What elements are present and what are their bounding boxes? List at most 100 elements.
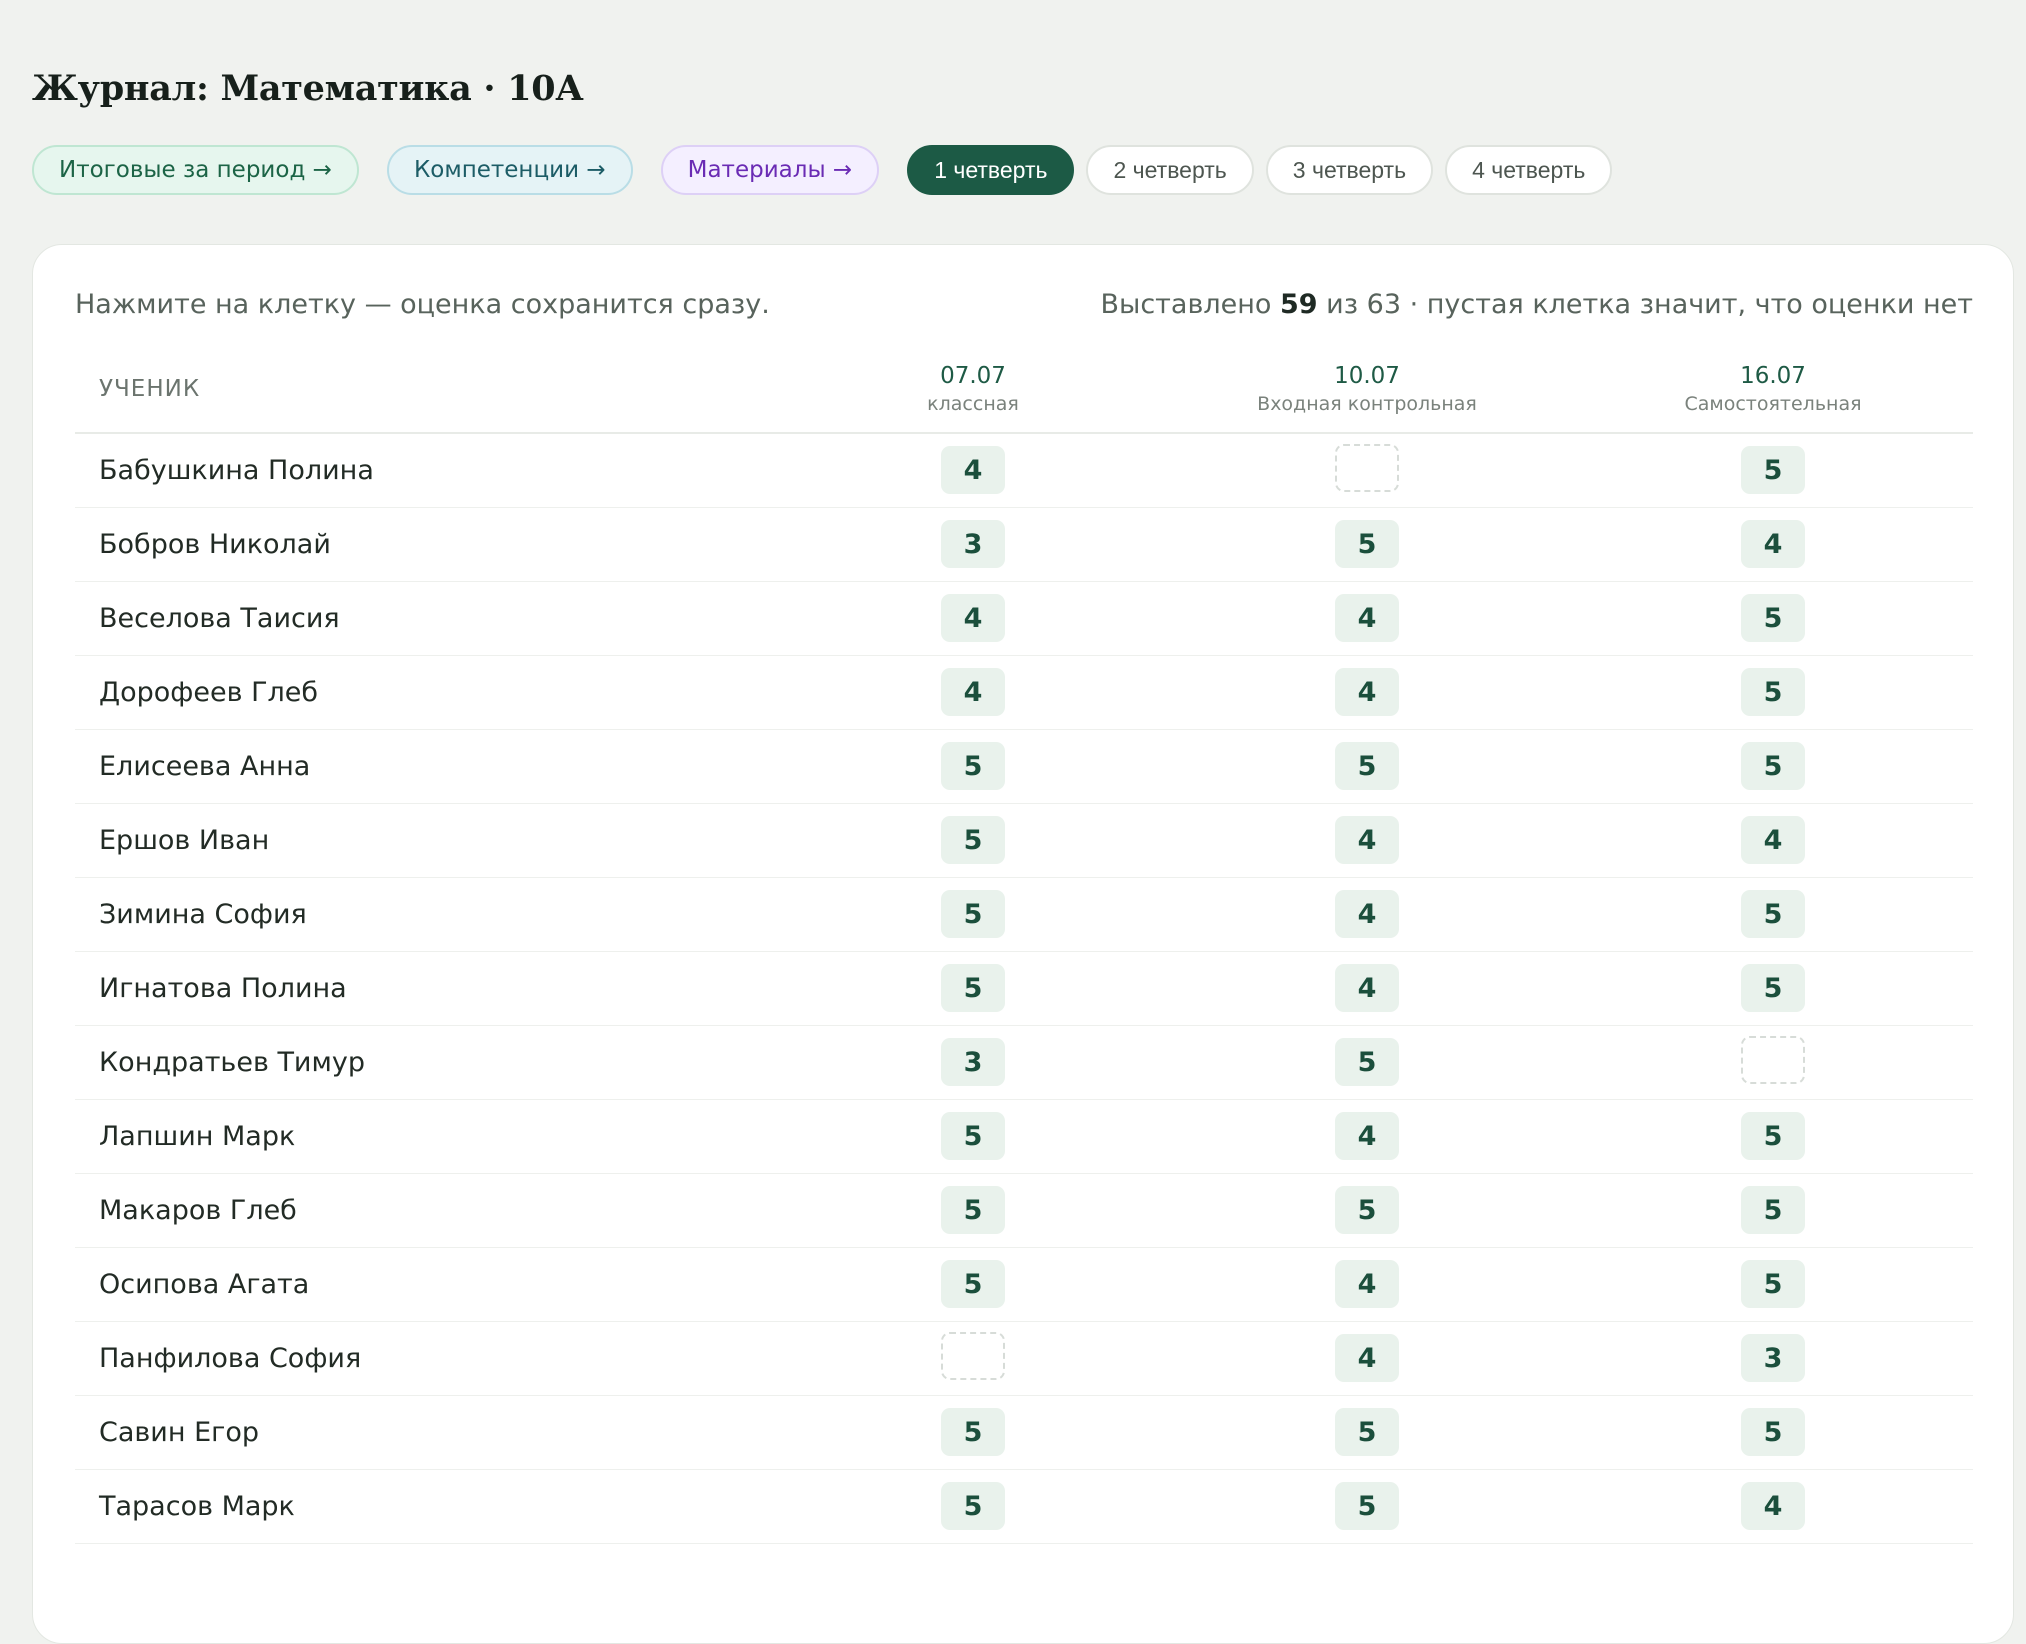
grade-cell: 4: [1161, 655, 1573, 730]
grade-button[interactable]: 4: [1741, 1482, 1805, 1530]
table-row: Осипова Агата 5 4 5: [75, 1247, 1973, 1322]
grade-button[interactable]: 5: [1741, 1112, 1805, 1160]
grade-button[interactable]: 5: [1741, 594, 1805, 642]
grade-button[interactable]: 5: [1335, 1186, 1399, 1234]
grade-button[interactable]: 3: [1741, 1334, 1805, 1382]
grade-button[interactable]: 5: [1741, 446, 1805, 495]
grade-cell: 4: [1573, 1469, 1973, 1544]
lesson-column-header[interactable]: 16.07 Самостоятельная: [1573, 345, 1973, 434]
period-finals-link[interactable]: Итоговые за период →: [32, 145, 359, 195]
grade-button[interactable]: 4: [1335, 1112, 1399, 1160]
grades-summary: Выставлено 59 из 63 · пустая клетка знач…: [1100, 289, 1973, 320]
student-name: Игнатова Полина: [75, 951, 785, 1026]
grade-button[interactable]: 5: [1741, 890, 1805, 938]
grade-button[interactable]: 4: [941, 446, 1005, 495]
lesson-column-header[interactable]: 10.07 Входная контрольная: [1161, 345, 1573, 434]
grade-cell: 5: [1161, 1469, 1573, 1544]
grade-button[interactable]: 4: [1335, 1260, 1399, 1308]
materials-link[interactable]: Материалы →: [660, 145, 880, 195]
summary-prefix: Выставлено: [1100, 289, 1272, 320]
student-name: Зимина София: [75, 877, 785, 952]
grade-button[interactable]: 5: [1741, 1186, 1805, 1234]
grade-cell: 5: [785, 1469, 1161, 1544]
grade-cell: [1573, 1025, 1973, 1100]
table-row: Макаров Глеб 5 5 5: [75, 1173, 1973, 1248]
grade-cell: 4: [1161, 1099, 1573, 1174]
grade-cell: 5: [785, 1247, 1161, 1322]
grade-button[interactable]: 5: [1335, 742, 1399, 790]
grade-button[interactable]: 5: [941, 1186, 1005, 1234]
grade-cell: 5: [1573, 581, 1973, 656]
table-row: Игнатова Полина 5 4 5: [75, 951, 1973, 1026]
student-name: Макаров Глеб: [75, 1173, 785, 1248]
grade-cell: 5: [1573, 877, 1973, 952]
grade-button[interactable]: 5: [1335, 1482, 1399, 1530]
student-name: Осипова Агата: [75, 1247, 785, 1322]
empty-grade-button[interactable]: [1335, 444, 1399, 493]
table-row: Кондратьев Тимур 3 5: [75, 1025, 1973, 1100]
lesson-column-header[interactable]: 07.07 классная: [785, 345, 1161, 434]
table-row: Тарасов Марк 5 5 4: [75, 1469, 1973, 1544]
grade-button[interactable]: 5: [941, 816, 1005, 864]
grade-cell: 5: [785, 1099, 1161, 1174]
grade-button[interactable]: 4: [941, 668, 1005, 716]
grade-button[interactable]: 5: [941, 890, 1005, 938]
quarter-tab-3[interactable]: 3 четверть: [1265, 145, 1434, 195]
grade-button[interactable]: 4: [1335, 890, 1399, 938]
empty-grade-button[interactable]: [941, 1332, 1005, 1380]
grade-button[interactable]: 4: [1335, 668, 1399, 716]
grade-cell: 3: [785, 507, 1161, 582]
student-name: Савин Егор: [75, 1395, 785, 1470]
grade-button[interactable]: 5: [1741, 1260, 1805, 1308]
grade-cell: 5: [1161, 1025, 1573, 1100]
student-name: Елисеева Анна: [75, 729, 785, 804]
grade-button[interactable]: 5: [1335, 1038, 1399, 1086]
grade-button[interactable]: 5: [941, 964, 1005, 1012]
empty-grade-button[interactable]: [1741, 1036, 1805, 1084]
grade-cell: 5: [1161, 729, 1573, 804]
student-name: Панфилова София: [75, 1321, 785, 1396]
table-row: Бабушкина Полина 4 5: [75, 433, 1973, 508]
grade-button[interactable]: 5: [1335, 1408, 1399, 1456]
grade-button[interactable]: 4: [1741, 816, 1805, 864]
grade-cell: 5: [1573, 951, 1973, 1026]
grade-cell: 5: [785, 803, 1161, 878]
student-name: Ершов Иван: [75, 803, 785, 878]
table-row: Лапшин Марк 5 4 5: [75, 1099, 1973, 1174]
grade-button[interactable]: 3: [941, 520, 1005, 568]
grade-button[interactable]: 5: [941, 1482, 1005, 1530]
grade-cell: 5: [785, 1395, 1161, 1470]
grade-button[interactable]: 4: [1335, 816, 1399, 864]
grade-button[interactable]: 5: [941, 1260, 1005, 1308]
grade-cell: 4: [1573, 803, 1973, 878]
student-name: Веселова Таисия: [75, 581, 785, 656]
quarter-tab-2[interactable]: 2 четверть: [1086, 145, 1254, 195]
quarter-tab-4[interactable]: 4 четверть: [1445, 145, 1613, 195]
table-row: Веселова Таисия 4 4 5: [75, 581, 1973, 656]
grade-button[interactable]: 5: [1741, 742, 1805, 790]
grade-button[interactable]: 5: [1335, 520, 1399, 568]
grade-button[interactable]: 4: [1335, 594, 1399, 642]
table-row: Савин Егор 5 5 5: [75, 1395, 1973, 1470]
grade-button[interactable]: 4: [1335, 964, 1399, 1012]
competencies-link[interactable]: Компетенции →: [386, 145, 633, 195]
grade-button[interactable]: 5: [941, 742, 1005, 790]
grade-cell: 5: [1573, 1173, 1973, 1248]
table-row: Зимина София 5 4 5: [75, 877, 1973, 952]
grade-button[interactable]: 4: [1741, 520, 1805, 568]
grade-button[interactable]: 5: [1741, 964, 1805, 1012]
grade-button[interactable]: 4: [1335, 1334, 1399, 1382]
summary-rest: из 63 · пустая клетка значит, что оценки…: [1326, 289, 1973, 320]
grade-button[interactable]: 5: [1741, 1408, 1805, 1456]
grade-cell: 5: [1573, 655, 1973, 730]
grade-button[interactable]: 5: [941, 1112, 1005, 1160]
summary-filled-count: 59: [1280, 289, 1318, 320]
quarter-tab-1[interactable]: 1 четверть: [907, 145, 1075, 195]
grade-button[interactable]: 5: [1741, 668, 1805, 716]
grade-button[interactable]: 3: [941, 1038, 1005, 1086]
lesson-type: Самостоятельная: [1684, 392, 1862, 415]
student-name: Дорофеев Глеб: [75, 655, 785, 730]
journal-hint: Нажмите на клетку — оценка сохранится ср…: [75, 289, 770, 320]
grade-button[interactable]: 5: [941, 1408, 1005, 1456]
grade-button[interactable]: 4: [941, 594, 1005, 642]
